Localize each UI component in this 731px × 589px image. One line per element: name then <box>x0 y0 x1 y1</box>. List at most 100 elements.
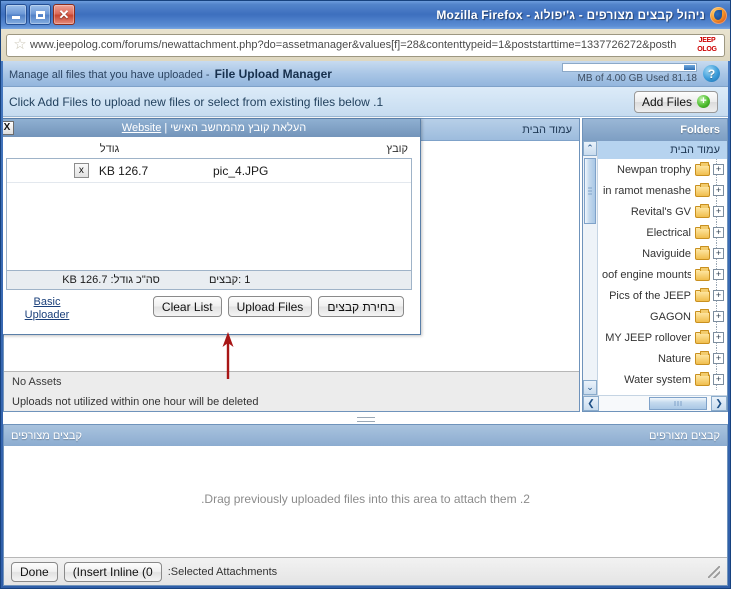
insert-inline-button[interactable]: (Insert Inline (0 <box>64 562 162 582</box>
window-title: ניהול קבצים מצורפים - ג'יפולוג - Mozilla… <box>436 8 705 22</box>
folder-expander-icon[interactable]: + <box>713 269 724 280</box>
quota-progress-bar <box>562 63 697 72</box>
assets-footer: No Assets Uploads not utilized within on… <box>4 371 579 411</box>
file-list[interactable]: pic_4.JPGxKB 126.7 <box>6 158 412 271</box>
folder-row[interactable]: +Naviguide <box>598 243 727 264</box>
folder-row[interactable]: + MY JEEP rollover <box>598 327 727 348</box>
done-button[interactable]: Done <box>11 562 58 582</box>
folder-row[interactable]: + Pics of the JEEP <box>598 285 727 306</box>
folder-row[interactable]: + GAGON <box>598 306 727 327</box>
title-bar: ניהול קבצים מצורפים - ג'יפולוג - Mozilla… <box>1 1 730 29</box>
folder-expander-icon[interactable]: + <box>713 374 724 385</box>
minimize-icon <box>12 16 20 19</box>
folder-row[interactable]: +oof engine mounts <box>598 264 727 285</box>
folder-node-home[interactable]: עמוד הבית <box>598 141 727 159</box>
add-files-button[interactable]: Add Files + <box>634 91 718 113</box>
folders-inner: ⌃ ⌄ עמוד הבית +Newpan trophy+in ramot me… <box>583 141 727 395</box>
annotation-arrow-icon <box>220 331 236 379</box>
basic-uploader-line1: Basic <box>34 296 61 308</box>
scroll-left-arrow-icon[interactable]: ❮ <box>583 396 599 411</box>
jeep-badge-line1: JEEP <box>695 36 719 45</box>
folder-icon <box>695 311 710 323</box>
add-files-hint: Click Add Files to upload new files or s… <box>9 95 383 109</box>
vertical-scroll-thumb[interactable] <box>584 158 596 224</box>
folder-expander-icon[interactable]: + <box>713 332 724 343</box>
attachments-header-right: קבצים מצורפים <box>649 430 720 442</box>
help-icon[interactable]: ? <box>703 65 720 82</box>
scroll-down-arrow-icon[interactable]: ⌄ <box>583 380 597 395</box>
remove-file-button[interactable]: x <box>74 163 89 178</box>
folder-expander-icon[interactable]: + <box>713 185 724 196</box>
dialog-website-link[interactable]: Website <box>122 122 162 134</box>
dialog-title-hebrew: העלאת קובץ מהמחשב האישי | <box>164 122 306 134</box>
folder-label: MY JEEP rollover <box>602 332 691 344</box>
summary-total-size: סה"כ גודל: KB 126.7 <box>13 274 209 286</box>
folders-vertical-scrollbar[interactable]: ⌃ ⌄ <box>583 141 598 395</box>
folder-row[interactable]: +Electrical <box>598 222 727 243</box>
dialog-action-buttons: בחירת קבצים Upload Files Clear List Basi… <box>6 290 412 334</box>
firefox-logo-icon <box>710 7 727 24</box>
folder-expander-icon[interactable]: + <box>713 206 724 217</box>
upload-file-dialog: העלאת קובץ מהמחשב האישי | Website X קובץ… <box>3 118 421 335</box>
folder-rows-container: +Newpan trophy+in ramot menashe+Revital'… <box>598 159 727 390</box>
plus-circle-icon: + <box>697 95 710 108</box>
attachments-footer: Done (Insert Inline (0 :Selected Attachm… <box>4 557 727 585</box>
folder-label: in ramot menashe <box>602 185 691 197</box>
horizontal-scroll-thumb[interactable] <box>649 397 707 410</box>
clear-list-button[interactable]: Clear List <box>153 296 222 317</box>
folder-label: Nature <box>602 353 691 365</box>
folder-expander-icon[interactable]: + <box>713 353 724 364</box>
upload-files-button[interactable]: Upload Files <box>228 296 313 317</box>
scroll-up-arrow-icon[interactable]: ⌃ <box>583 141 597 156</box>
panel-splitter[interactable] <box>3 414 728 424</box>
jeep-badge-line2: OLOG <box>695 45 719 54</box>
vertical-scroll-track[interactable] <box>583 156 597 380</box>
maximize-button[interactable] <box>29 4 51 25</box>
url-bar[interactable]: ☆ www.jeepolog.com/forums/newattachment.… <box>6 34 725 57</box>
folder-icon <box>695 164 710 176</box>
add-files-toolbar: Add Files + Click Add Files to upload ne… <box>3 87 728 117</box>
scroll-right-arrow-icon[interactable]: ❯ <box>711 396 727 411</box>
folder-expander-icon[interactable]: + <box>713 290 724 301</box>
folder-icon <box>695 290 710 302</box>
folder-label: Pics of the JEEP <box>602 290 691 302</box>
dialog-close-button[interactable]: X <box>3 121 14 135</box>
folder-expander-icon[interactable]: + <box>713 311 724 322</box>
folder-row[interactable]: +Newpan trophy <box>598 159 727 180</box>
jeepolog-site-icon: JEEP OLOG <box>695 35 719 55</box>
folder-icon <box>695 185 710 197</box>
folder-row[interactable]: +Revital's GV <box>598 201 727 222</box>
attachments-panel: קבצים מצורפים קבצים מצורפים .Drag previo… <box>3 424 728 586</box>
attachments-drop-area[interactable]: .Drag previously uploaded files into thi… <box>4 446 727 557</box>
resize-grip-icon[interactable] <box>708 566 720 578</box>
url-text[interactable]: www.jeepolog.com/forums/newattachment.ph… <box>30 39 692 51</box>
horizontal-scroll-track[interactable] <box>599 396 711 411</box>
file-list-column-headers: קובץ גודל <box>6 141 412 158</box>
minimize-button[interactable] <box>5 4 27 25</box>
add-files-label: Add Files <box>642 95 692 109</box>
quota-progress-fill <box>684 65 695 70</box>
folder-expander-icon[interactable]: + <box>713 164 724 175</box>
folder-label: GAGON <box>602 311 691 323</box>
browser-window: ניהול קבצים מצורפים - ג'יפולוג - Mozilla… <box>0 0 731 589</box>
column-header-size: גודל <box>10 143 209 155</box>
folder-label: Water system <box>602 374 691 386</box>
folder-icon <box>695 248 710 260</box>
folder-row[interactable]: + in ramot menashe <box>598 180 727 201</box>
folder-row[interactable]: + Water system <box>598 369 727 390</box>
file-size-cell: xKB 126.7 <box>13 163 209 178</box>
column-header-file: קובץ <box>209 143 408 155</box>
bookmark-star-icon[interactable]: ☆ <box>12 37 28 53</box>
dialog-title-text: העלאת קובץ מהמחשב האישי | Website <box>122 122 306 134</box>
no-assets-label: No Assets <box>12 376 571 388</box>
file-list-row[interactable]: pic_4.JPGxKB 126.7 <box>7 159 411 183</box>
select-files-button[interactable]: בחירת קבצים <box>318 296 404 317</box>
basic-uploader-link[interactable]: Basic Uploader <box>14 296 80 322</box>
summary-file-count: 1 :קבצים <box>209 274 405 286</box>
folder-row[interactable]: + Nature <box>598 348 727 369</box>
folder-expander-icon[interactable]: + <box>713 248 724 259</box>
folder-expander-icon[interactable]: + <box>713 227 724 238</box>
folders-horizontal-scrollbar[interactable]: ❮ ❯ <box>583 395 727 411</box>
close-button[interactable]: ✕ <box>53 4 75 25</box>
manager-title: File Upload Manager <box>215 67 332 81</box>
